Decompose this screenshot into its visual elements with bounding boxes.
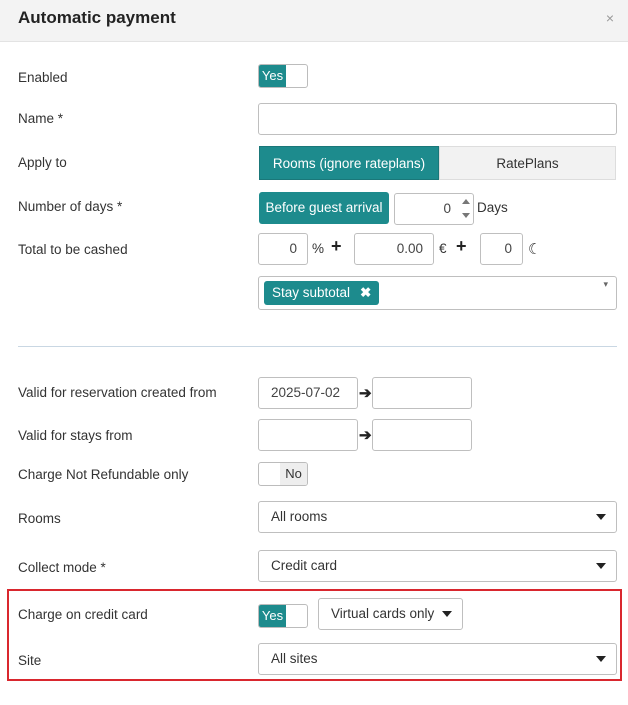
stays-from-date-input[interactable] [258, 419, 358, 451]
section-divider [18, 346, 617, 347]
days-unit: Days [477, 200, 508, 215]
charge-credit-card-toggle[interactable]: Yes [258, 604, 308, 628]
close-icon[interactable]: × [606, 10, 614, 26]
apply-to-label: Apply to [18, 155, 67, 170]
collect-mode-label: Collect mode * [18, 560, 106, 575]
percent-symbol: % [312, 241, 325, 256]
modal-header: Automatic payment × [0, 0, 628, 42]
arrow-right-icon: ➔ [359, 427, 372, 444]
collect-mode-select[interactable]: Credit card [258, 550, 617, 582]
plus-icon: + [456, 236, 467, 256]
charge-credit-card-toggle-state: Yes [259, 605, 286, 627]
caret-down-icon [596, 514, 606, 520]
nights-input[interactable]: 0 [480, 233, 523, 265]
plus-icon: + [331, 236, 342, 256]
collect-mode-select-value: Credit card [271, 558, 338, 573]
enabled-toggle[interactable]: Yes [258, 64, 308, 88]
remove-tag-icon[interactable]: ✖ [360, 285, 371, 300]
automatic-payment-modal: Automatic payment × Enabled Yes Name * A… [0, 0, 628, 705]
non-refundable-label: Charge Not Refundable only [18, 467, 189, 482]
apply-to-rateplans-option[interactable]: RatePlans [439, 146, 616, 180]
caret-down-icon [596, 656, 606, 662]
site-select-value: All sites [271, 651, 318, 666]
name-input[interactable] [258, 103, 617, 135]
total-to-be-cashed-label: Total to be cashed [18, 242, 128, 257]
non-refundable-toggle-state: No [280, 463, 307, 485]
reservation-to-date-input[interactable] [372, 377, 472, 409]
days-spinner[interactable] [461, 196, 471, 222]
non-refundable-toggle[interactable]: No [258, 462, 308, 486]
modal-title: Automatic payment [18, 8, 176, 27]
chevron-down-icon: ▾ [603, 279, 608, 289]
days-mode-button[interactable]: Before guest arrival [259, 192, 389, 224]
amount-base-select[interactable]: Stay subtotal ✖ ▾ [258, 276, 617, 310]
currency-symbol: € [439, 241, 447, 256]
valid-stays-label: Valid for stays from [18, 428, 133, 443]
stays-to-date-input[interactable] [372, 419, 472, 451]
days-stepper[interactable]: 0 [394, 193, 474, 225]
caret-down-icon [596, 563, 606, 569]
percent-input[interactable]: 0 [258, 233, 308, 265]
card-type-select-value: Virtual cards only [331, 606, 435, 621]
enabled-toggle-state: Yes [259, 65, 286, 87]
apply-to-rooms-option[interactable]: Rooms (ignore rateplans) [259, 146, 439, 180]
caret-down-icon [442, 611, 452, 617]
site-select[interactable]: All sites [258, 643, 617, 675]
reservation-from-date-input[interactable]: 2025-07-02 [258, 377, 358, 409]
rooms-label: Rooms [18, 511, 61, 526]
rooms-select[interactable]: All rooms [258, 501, 617, 533]
site-label: Site [18, 653, 42, 668]
tag-label: Stay subtotal [272, 285, 351, 300]
rooms-select-value: All rooms [271, 509, 328, 524]
days-value: 0 [443, 201, 451, 216]
enabled-label: Enabled [18, 70, 68, 85]
name-label: Name * [18, 111, 64, 126]
charge-credit-card-label: Charge on credit card [18, 607, 148, 622]
arrow-right-icon: ➔ [359, 385, 372, 402]
moon-icon: ☾ [528, 241, 542, 258]
spinner-up-icon[interactable] [462, 199, 470, 204]
stay-subtotal-tag[interactable]: Stay subtotal ✖ [264, 281, 380, 305]
amount-input[interactable]: 0.00 [354, 233, 434, 265]
card-type-select[interactable]: Virtual cards only [318, 598, 463, 630]
number-of-days-label: Number of days * [18, 199, 123, 214]
spinner-down-icon[interactable] [462, 213, 470, 218]
valid-reservation-label: Valid for reservation created from [18, 385, 217, 400]
